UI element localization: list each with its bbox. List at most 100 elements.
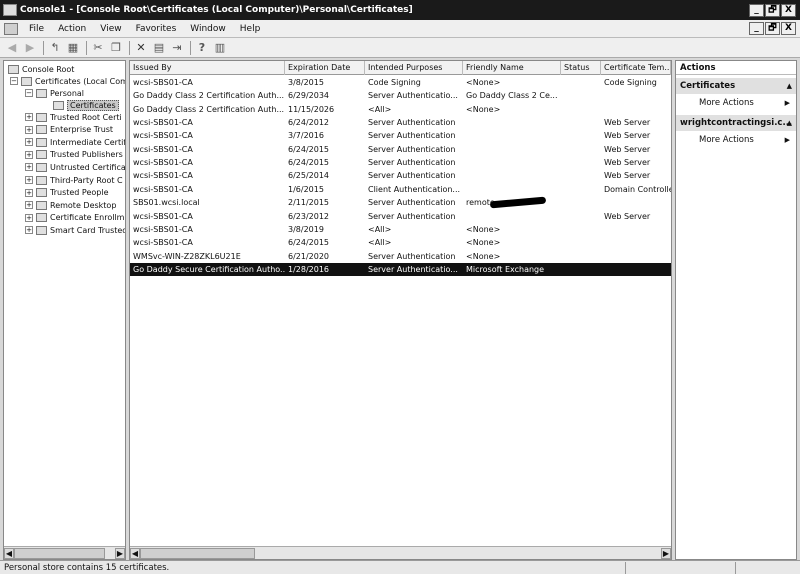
table-row[interactable]: Go Daddy Class 2 Certification Auth... 6/…: [130, 89, 671, 102]
cell-friendly-name: <None>: [466, 104, 501, 114]
table-row[interactable]: Go Daddy Class 2 Certification Auth... 11…: [130, 103, 671, 116]
tree-certificates-local[interactable]: − Certificates (Local Com: [10, 75, 125, 87]
help-icon[interactable]: ?: [194, 40, 210, 56]
menu-file[interactable]: File: [22, 24, 51, 34]
tree-store-item[interactable]: + Trusted Root Certi: [25, 111, 122, 123]
tree-store-item[interactable]: + Untrusted Certifica: [25, 161, 125, 173]
expand-icon[interactable]: +: [25, 125, 33, 134]
tree-store-item[interactable]: + Certificate Enrollme: [25, 212, 125, 224]
child-restore-button[interactable]: 🗗: [765, 22, 780, 35]
scroll-thumb[interactable]: [140, 547, 255, 559]
actions-section-certificates[interactable]: Certificates ▲: [676, 78, 796, 94]
tree-store-item[interactable]: + Third-Party Root C: [25, 174, 123, 186]
cell-status: [561, 210, 601, 223]
tree-store-item[interactable]: + Trusted Publishers: [25, 149, 123, 161]
restore-button[interactable]: 🗗: [765, 3, 780, 17]
table-row[interactable]: wcsi-SBS01-CA 3/7/2016 Server Authenticati…: [130, 129, 671, 142]
column-status[interactable]: Status: [561, 61, 601, 75]
table-row[interactable]: wcsi-SBS01-CA 1/6/2015 Client Authenticati…: [130, 183, 671, 196]
mmc-app-icon[interactable]: [3, 4, 17, 16]
delete-icon[interactable]: ✕: [133, 40, 149, 56]
expand-icon[interactable]: +: [25, 226, 33, 235]
cell-status: [561, 183, 601, 196]
table-row[interactable]: wcsi-SBS01-CA 6/25/2014 Server Authenticat…: [130, 169, 671, 182]
expand-icon[interactable]: +: [25, 188, 33, 197]
expand-icon[interactable]: +: [25, 163, 33, 172]
more-actions-link[interactable]: More Actions ▶: [676, 131, 796, 149]
child-close-button[interactable]: X: [781, 22, 796, 35]
column-intended-purposes[interactable]: Intended Purposes: [365, 61, 463, 75]
cell-certificate-template: Code Signing: [604, 78, 657, 87]
expand-icon[interactable]: +: [25, 113, 33, 121]
forward-icon[interactable]: ▶: [22, 40, 38, 56]
export-list-icon[interactable]: ⇥: [169, 40, 185, 56]
tree-store-item[interactable]: + Smart Card Trusted: [25, 224, 125, 236]
table-row[interactable]: wcsi-SBS01-CA 3/8/2019 <All> <None>: [130, 223, 671, 236]
table-row[interactable]: Go Daddy Secure Certification Autho... 1/…: [130, 262, 671, 276]
list-horizontal-scrollbar[interactable]: ◀ ▶: [130, 546, 671, 559]
cell-intended-purposes: Server Authentication: [368, 171, 456, 181]
more-actions-link[interactable]: More Actions ▶: [676, 94, 796, 112]
show-hide-tree-icon[interactable]: ▦: [65, 40, 81, 56]
back-icon[interactable]: ◀: [4, 40, 20, 56]
scroll-left-icon[interactable]: ◀: [130, 547, 140, 559]
table-row[interactable]: wcsi-SBS01-CA 6/23/2012 Server Authenticat…: [130, 210, 671, 223]
tree-personal[interactable]: − Personal: [25, 87, 84, 99]
folder-icon: [53, 100, 64, 110]
tree-console-root[interactable]: Console Root: [8, 63, 74, 75]
collapse-up-icon[interactable]: ▲: [787, 115, 792, 131]
cut-icon[interactable]: ✂: [90, 40, 106, 56]
column-friendly-name[interactable]: Friendly Name: [463, 61, 561, 75]
scroll-right-icon[interactable]: ▶: [115, 547, 125, 559]
column-issued-by[interactable]: Issued By: [130, 61, 285, 75]
child-minimize-button[interactable]: _: [749, 22, 764, 35]
collapse-up-icon[interactable]: ▲: [787, 78, 792, 94]
column-expiration-date[interactable]: Expiration Date: [285, 61, 365, 75]
table-row[interactable]: wcsi-SBS01-CA 6/24/2015 Server Authenticat…: [130, 156, 671, 169]
table-row[interactable]: wcsi-SBS01-CA 6/24/2015 Server Authenticat…: [130, 143, 671, 156]
menu-favorites[interactable]: Favorites: [129, 24, 184, 34]
expand-icon[interactable]: +: [25, 213, 33, 222]
expand-icon[interactable]: +: [25, 201, 33, 210]
table-row[interactable]: wcsi-SBS01-CA 6/24/2015 <All> <None>: [130, 236, 671, 249]
table-row[interactable]: wcsi-SBS01-CA 6/24/2012 Server Authenticat…: [130, 116, 671, 129]
properties-icon[interactable]: ▤: [151, 40, 167, 56]
tree-store-item[interactable]: + Remote Desktop: [25, 199, 116, 211]
cell-expiration-date: 1/28/2016: [288, 264, 330, 274]
table-row[interactable]: wcsi-SBS01-CA 3/8/2015 Code Signing <None> C…: [130, 76, 671, 89]
menu-help[interactable]: Help: [233, 24, 268, 34]
close-button[interactable]: X: [781, 3, 796, 17]
tree-store-item[interactable]: + Intermediate Certifi: [25, 136, 125, 148]
menu-view[interactable]: View: [93, 24, 128, 34]
expand-icon[interactable]: +: [25, 150, 33, 159]
table-row[interactable]: SBS01.wcsi.local 2/11/2015 Server Authenti…: [130, 196, 671, 209]
minimize-button[interactable]: _: [749, 3, 764, 17]
cell-expiration-date: 6/23/2012: [288, 211, 330, 221]
show-hide-action-pane-icon[interactable]: ▥: [212, 40, 228, 56]
collapse-icon[interactable]: −: [10, 77, 18, 85]
tree-personal-certificates[interactable]: Certificates: [53, 99, 119, 111]
cell-status: [561, 76, 601, 89]
scroll-thumb[interactable]: [14, 547, 105, 559]
scroll-left-icon[interactable]: ◀: [4, 547, 14, 559]
cell-intended-purposes: Server Authentication: [368, 198, 456, 208]
status-text: Personal store contains 15 certificates.: [4, 562, 170, 573]
console-icon[interactable]: [4, 22, 18, 35]
collapse-icon[interactable]: −: [25, 89, 33, 97]
table-row[interactable]: WMSvc-WIN-Z28ZKL6U21E 6/21/2020 Server Aut…: [130, 250, 671, 263]
cell-certificate-template: Domain Controller: [604, 184, 671, 194]
actions-section-selected-cert[interactable]: wrightcontractingsi.c... ▲: [676, 115, 796, 131]
tree-store-item[interactable]: + Trusted People: [25, 187, 109, 199]
tree-horizontal-scrollbar[interactable]: ◀ ▶: [4, 546, 125, 559]
copy-icon[interactable]: ❐: [108, 40, 124, 56]
up-icon[interactable]: ↰: [47, 40, 63, 56]
scroll-right-icon[interactable]: ▶: [661, 547, 671, 559]
folder-icon: [36, 162, 47, 172]
expand-icon[interactable]: +: [25, 176, 33, 184]
column-certificate-template[interactable]: Certificate Tem...: [601, 61, 671, 75]
cell-intended-purposes: Server Authenticatio...: [368, 91, 458, 101]
expand-icon[interactable]: +: [25, 138, 33, 147]
menu-window[interactable]: Window: [183, 24, 233, 34]
menu-action[interactable]: Action: [51, 24, 93, 34]
tree-store-item[interactable]: + Enterprise Trust: [25, 124, 113, 136]
